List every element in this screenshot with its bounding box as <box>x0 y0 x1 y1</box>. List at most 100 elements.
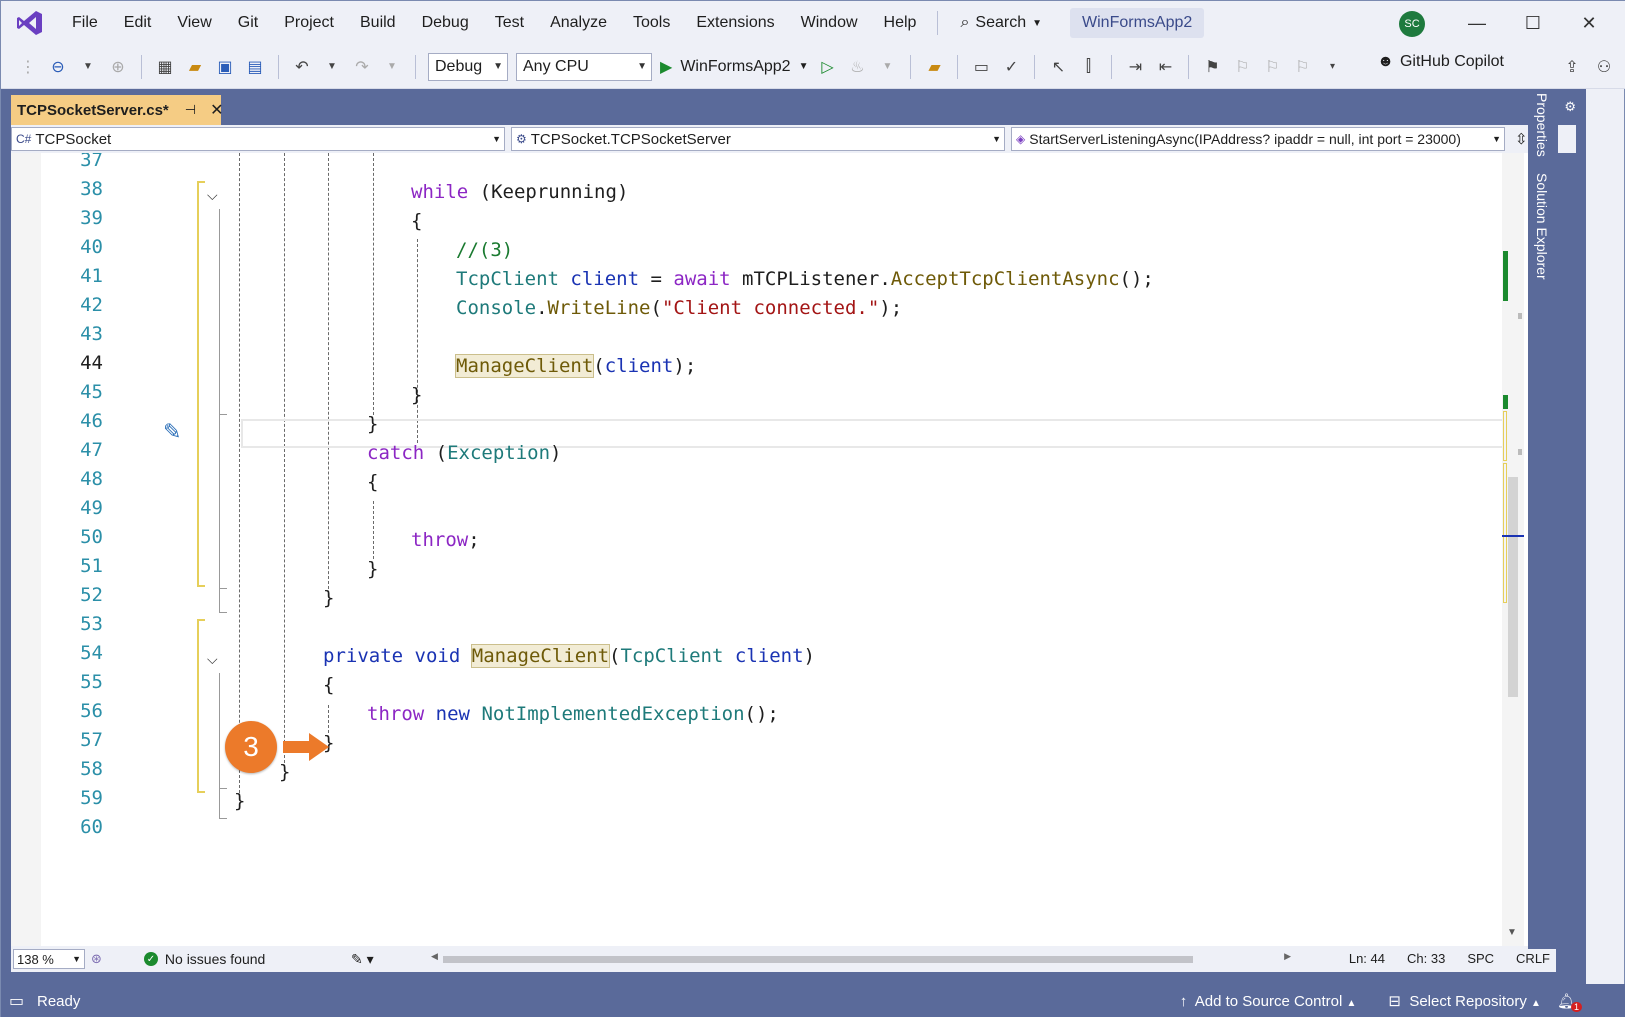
code-cleanup-icon[interactable]: ✎ ▾ <box>351 951 374 968</box>
maximize-button[interactable]: ☐ <box>1505 1 1561 45</box>
save-all-button[interactable]: ▤ <box>242 52 268 82</box>
menu-project[interactable]: Project <box>271 1 347 45</box>
line-number: 43 <box>80 323 103 345</box>
navigate-forward-button[interactable]: ⊕ <box>105 52 131 82</box>
line-ending-indicator[interactable]: CRLF <box>1516 951 1550 966</box>
intellicode-icon[interactable]: ⊛ <box>91 951 102 967</box>
toolbar-separator <box>910 54 912 79</box>
chevron-down-icon: ▾ <box>1329 61 1335 72</box>
menu-file[interactable]: File <box>59 1 111 45</box>
menu-extensions[interactable]: Extensions <box>683 1 787 45</box>
start-without-debugging-button[interactable]: ▷ <box>814 52 840 82</box>
redo-button[interactable]: ↷ <box>349 52 375 82</box>
split-window-icon[interactable]: ⇳ <box>1515 130 1528 148</box>
start-debugging-button[interactable]: ▶ WinFormsApp2 ▼ <box>660 57 808 77</box>
member-scope-select[interactable]: ◈ StartServerListeningAsync(IPAddress? i… <box>1011 127 1505 151</box>
spell-check-button[interactable]: ✓ <box>998 52 1024 82</box>
chevron-down-icon: ▼ <box>387 61 397 72</box>
compare-files-button[interactable]: ⫿ <box>1075 52 1101 82</box>
code-editor[interactable]: 37 38 39 40 41 42 43 44 45 46 47 48 49 50 51 52 53 54 55 56… <box>11 153 1556 946</box>
search-button[interactable]: ⌕ Search ▼ <box>952 14 1050 32</box>
avatar[interactable]: SC <box>1399 11 1425 37</box>
horizontal-scrollbar[interactable]: ◀ ▶ <box>431 951 1291 964</box>
configuration-value: Debug <box>435 57 483 75</box>
issues-indicator[interactable]: ✓ No issues found <box>143 951 265 967</box>
back-dropdown-button[interactable]: ▼ <box>75 52 101 82</box>
feedback-icon: ⚇ <box>1596 59 1612 76</box>
tab-tcpsocketserver[interactable]: TCPSocketServer.cs* ⊣ ✕ <box>11 95 224 125</box>
menu-window[interactable]: Window <box>788 1 871 45</box>
project-scope-select[interactable]: C# TCPSocket ▼ <box>11 127 505 151</box>
redo-dropdown-button[interactable]: ▼ <box>379 52 405 82</box>
gear-icon[interactable]: ⚙ <box>1564 99 1576 115</box>
menu-edit[interactable]: Edit <box>111 1 165 45</box>
output-window-icon[interactable]: ▭ <box>9 991 24 1011</box>
toggle-bookmark-button[interactable]: ⚑ <box>1199 52 1225 82</box>
close-tab-icon[interactable]: ✕ <box>210 100 223 120</box>
menu-test[interactable]: Test <box>482 1 537 45</box>
indent-icon: ⇥ <box>1128 58 1143 76</box>
save-button[interactable]: ▣ <box>212 52 238 82</box>
visual-studio-logo-icon[interactable] <box>15 8 49 38</box>
solution-platform-select[interactable]: Any CPU ▼ <box>516 52 652 81</box>
vertical-scrollbar[interactable]: ▼ <box>1502 153 1524 946</box>
copilot-icon: ☻ <box>1377 53 1394 70</box>
close-window-button[interactable]: ✕ <box>1561 1 1617 45</box>
toolbar-overflow-button[interactable]: ▾ <box>1319 52 1345 82</box>
hot-reload-dropdown-button[interactable]: ▼ <box>874 52 900 82</box>
solution-configuration-select[interactable]: Debug ▼ <box>428 52 508 81</box>
chevron-down-icon: ▼ <box>882 61 893 72</box>
pin-icon[interactable]: ⊣ <box>185 102 196 118</box>
type-scope-select[interactable]: ⚙ TCPSocket.TCPSocketServer ▼ <box>511 127 1005 151</box>
notification-count-badge: 1 <box>1570 1002 1582 1012</box>
indent-button[interactable]: ⇥ <box>1122 52 1148 82</box>
menu-analyze[interactable]: Analyze <box>537 1 620 45</box>
add-source-control-button[interactable]: ↑ Add to Source Control ▲ <box>1180 993 1357 1010</box>
play-icon: ▶ <box>660 58 673 76</box>
horizontal-scroll-thumb[interactable] <box>443 956 1193 963</box>
share-button[interactable]: ⇪ <box>1559 52 1585 82</box>
navigate-back-button[interactable]: ⊖ <box>45 52 71 82</box>
browser-link-button[interactable]: ▭ <box>968 52 994 82</box>
menu-help[interactable]: Help <box>871 1 930 45</box>
orange-arrow-icon <box>283 733 329 761</box>
select-element-button[interactable]: ↖ <box>1045 52 1071 82</box>
type-scope-value: TCPSocket.TCPSocketServer <box>530 130 731 148</box>
line-indicator[interactable]: Ln: 44 <box>1349 951 1385 966</box>
next-bookmark-button[interactable]: ⚐ <box>1259 52 1285 82</box>
member-scope-value: StartServerListeningAsync(IPAddress? ipa… <box>1029 131 1461 147</box>
whitespace-indicator[interactable]: SPC <box>1467 951 1494 966</box>
clear-bookmarks-button[interactable]: ⚐ <box>1289 52 1315 82</box>
outdent-button[interactable]: ⇤ <box>1152 52 1178 82</box>
code-line-44: ManageClient(client); <box>454 354 697 378</box>
notifications-button[interactable]: 🔔︎ 1 <box>1557 992 1582 1012</box>
minimize-button[interactable]: — <box>1449 1 1505 45</box>
previous-bookmark-button[interactable]: ⚐ <box>1229 52 1255 82</box>
scroll-down-icon[interactable]: ▼ <box>1507 927 1517 938</box>
select-repository-button[interactable]: ⊟ Select Repository ▲ <box>1388 992 1541 1010</box>
menu-view[interactable]: View <box>164 1 224 45</box>
zoom-select[interactable]: 138 % ▼ <box>13 949 85 969</box>
menu-tools[interactable]: Tools <box>620 1 683 45</box>
undo-button[interactable]: ↶ <box>289 52 315 82</box>
chevron-down-icon: ▼ <box>492 134 501 144</box>
menu-git[interactable]: Git <box>225 1 271 45</box>
feedback-button[interactable]: ⚇ <box>1591 52 1617 82</box>
scroll-right-icon[interactable]: ▶ <box>1284 951 1291 962</box>
chevron-down-icon: ▼ <box>83 61 93 72</box>
new-project-button[interactable]: ▦ <box>152 52 178 82</box>
hot-reload-button[interactable]: ♨ <box>844 52 870 82</box>
scroll-left-icon[interactable]: ◀ <box>431 951 438 962</box>
undo-dropdown-button[interactable]: ▼ <box>319 52 345 82</box>
menu-debug[interactable]: Debug <box>409 1 482 45</box>
open-file-button[interactable]: ▰ <box>182 52 208 82</box>
scroll-thumb[interactable] <box>1508 477 1518 697</box>
close-icon: ✕ <box>1581 12 1597 33</box>
column-indicator[interactable]: Ch: 33 <box>1407 951 1445 966</box>
solution-explorer-button[interactable]: ▰ <box>921 52 947 82</box>
menu-build[interactable]: Build <box>347 1 409 45</box>
github-copilot-button[interactable]: ☻ GitHub Copilot <box>1377 53 1504 71</box>
solution-explorer-tab[interactable]: Solution Explorer <box>1534 173 1550 280</box>
menu-separator <box>937 11 939 35</box>
properties-tab[interactable]: Properties <box>1534 93 1550 157</box>
